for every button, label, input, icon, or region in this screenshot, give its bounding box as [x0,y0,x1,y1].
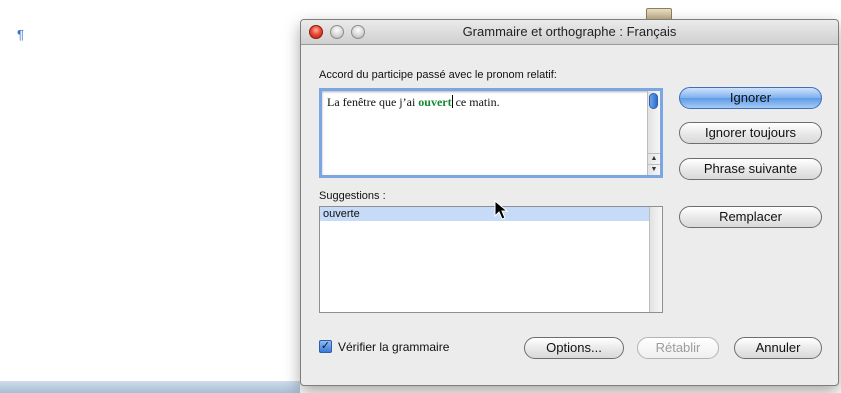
sentence-textbox[interactable]: La fenêtre que j’ai ouvert ce matin. ▲ ▼ [319,88,663,178]
ignore-button[interactable]: Ignorer [679,87,822,109]
grammar-dialog: Grammaire et orthographe : Français Acco… [300,19,839,386]
error-word: ouvert [418,95,452,109]
scroll-thumb[interactable] [649,93,658,109]
replace-button[interactable]: Remplacer [679,206,822,228]
dialog-title: Grammaire et orthographe : Français [462,24,677,39]
sentence-text: La fenêtre que j’ai ouvert ce matin. [327,95,500,110]
rule-label: Accord du participe passé avec le pronom… [319,69,557,81]
scroll-down-icon[interactable]: ▼ [648,164,660,175]
mouse-pointer-icon [494,200,508,220]
sentence-after: ce matin. [452,95,500,109]
check-grammar-checkbox[interactable]: ✓ [319,340,332,353]
suggestion-item[interactable]: ouverte [320,207,649,221]
scroll-up-icon[interactable]: ▲ [648,153,660,164]
ignore-always-button[interactable]: Ignorer toujours [679,122,822,144]
restore-button[interactable]: Rétablir [637,337,719,359]
document-page-edge [0,381,300,393]
sentence-scrollbar[interactable]: ▲ ▼ [647,91,660,175]
sentence-before: La fenêtre que j’ai [327,95,419,109]
suggestions-label: Suggestions : [319,190,386,202]
check-grammar-label[interactable]: Vérifier la grammaire [338,340,449,354]
pilcrow-mark: ¶ [17,27,24,42]
next-sentence-button[interactable]: Phrase suivante [679,158,822,180]
suggestions-scrollbar[interactable] [649,207,662,312]
cancel-button[interactable]: Annuler [734,337,822,359]
dialog-titlebar[interactable]: Grammaire et orthographe : Français [301,20,838,45]
suggestions-list[interactable]: ouverte [319,206,663,313]
options-button[interactable]: Options... [524,337,624,359]
